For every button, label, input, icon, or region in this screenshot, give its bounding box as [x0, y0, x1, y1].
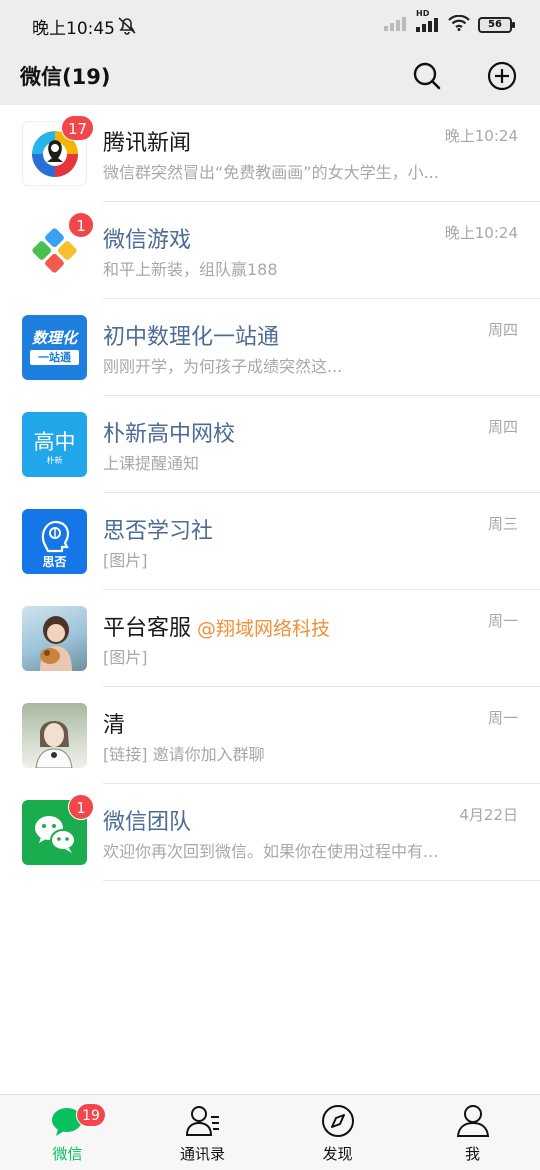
avatar: 数理化 一站通: [22, 315, 87, 380]
cellular-signal-icon: [384, 15, 408, 35]
unread-badge: 17: [61, 115, 95, 141]
network-type-label: HD: [416, 9, 430, 18]
tab-label: 微信: [52, 1145, 83, 1163]
battery-indicator: 56: [478, 17, 515, 33]
tab-chats[interactable]: 19 微信: [0, 1095, 135, 1170]
avatar: 思否: [22, 509, 87, 574]
chat-time: 周四: [487, 418, 518, 436]
chat-preview: 欢迎你再次回到微信。如果你在使用过程中有...: [103, 842, 439, 861]
chat-preview: [链接] 邀请你加入群聊: [103, 745, 265, 764]
avatar-logo-text-secondary: 朴新: [46, 456, 63, 465]
avatar: [22, 703, 87, 768]
wifi-icon: [448, 14, 470, 35]
chat-name-text: 平台客服: [103, 616, 192, 641]
add-icon[interactable]: [484, 58, 520, 94]
chat-name: 思否学习社: [103, 519, 214, 544]
avatar-logo-text-secondary: 一站通: [30, 350, 79, 365]
chat-item-puxin-high-school[interactable]: 高中 朴新 朴新高中网校 上课提醒通知 周四: [0, 396, 540, 493]
status-time: 晚上10:45: [32, 19, 115, 39]
status-bar: 晚上10:45 HD 56: [0, 0, 540, 50]
person-icon: [455, 1104, 491, 1138]
do-not-disturb-icon: [116, 15, 138, 39]
chat-name: 平台客服 @翔域网络科技: [103, 610, 330, 642]
tab-contacts[interactable]: 通讯录: [135, 1095, 270, 1170]
chat-time: 周三: [487, 515, 518, 533]
chat-preview: 微信群突然冒出“免费教画画”的女大学生，小...: [103, 163, 439, 182]
chat-item-tencent-news[interactable]: 17 腾讯新闻 微信群突然冒出“免费教画画”的女大学生，小... 晚上10:24: [0, 105, 540, 202]
chat-list: 17 腾讯新闻 微信群突然冒出“免费教画画”的女大学生，小... 晚上10:24…: [0, 105, 540, 881]
bottom-tab-bar: 19 微信 通讯录 发现 我: [0, 1094, 540, 1170]
divider: [103, 880, 540, 881]
page-title: 微信(19): [20, 65, 111, 89]
tab-label: 我: [464, 1145, 480, 1163]
search-icon[interactable]: [409, 58, 445, 94]
chat-item-qing[interactable]: 清 [链接] 邀请你加入群聊 周一: [0, 687, 540, 784]
title-bar: 微信(19): [0, 50, 540, 105]
chat-item-wechat-games[interactable]: 1 微信游戏 和平上新装，组队赢188 晚上10:24: [0, 202, 540, 299]
chat-preview: 上课提醒通知: [103, 454, 200, 473]
tab-discover[interactable]: 发现: [270, 1095, 405, 1170]
chat-name: 微信团队: [103, 810, 192, 835]
chat-time: 晚上10:24: [444, 224, 518, 242]
chat-preview: 刚刚开学，为何孩子成绩突然这...: [103, 357, 343, 376]
chat-preview: [图片]: [103, 648, 148, 667]
chat-name: 腾讯新闻: [103, 131, 192, 156]
chat-item-junior-science[interactable]: 数理化 一站通 初中数理化一站通 刚刚开学，为何孩子成绩突然这... 周四: [0, 299, 540, 396]
cellular-signal-hd-icon: HD: [416, 9, 440, 36]
chat-item-sifou-study[interactable]: 思否 思否学习社 [图片] 周三: [0, 493, 540, 590]
chat-time: 周一: [487, 612, 518, 630]
avatar-logo-text: 思否: [42, 555, 67, 569]
unread-badge: 1: [68, 212, 94, 238]
chat-name: 微信游戏: [103, 228, 192, 253]
compass-icon: [320, 1104, 356, 1138]
chat-preview: [图片]: [103, 551, 148, 570]
chat-item-wechat-team[interactable]: 1 微信团队 欢迎你再次回到微信。如果你在使用过程中有... 4月22日: [0, 784, 540, 881]
chat-preview: 和平上新装，组队赢188: [103, 260, 278, 279]
chat-time: 周四: [487, 321, 518, 339]
chat-time: 晚上10:24: [444, 127, 518, 145]
avatar-logo-text-primary: 高中: [33, 430, 76, 454]
avatar: [22, 606, 87, 671]
chat-time: 4月22日: [459, 806, 518, 824]
tab-label: 发现: [322, 1145, 353, 1163]
unread-badge: 1: [68, 794, 94, 820]
contacts-icon: [185, 1104, 221, 1138]
chat-name: 清: [103, 713, 126, 738]
avatar-logo-text-primary: 数理化: [31, 329, 77, 347]
avatar: 高中 朴新: [22, 412, 87, 477]
tab-me[interactable]: 我: [405, 1095, 540, 1170]
tab-label: 通讯录: [179, 1145, 225, 1163]
chat-time: 周一: [487, 709, 518, 727]
chat-name: 初中数理化一站通: [103, 325, 280, 350]
chat-name: 朴新高中网校: [103, 422, 236, 447]
chat-item-platform-support[interactable]: 平台客服 @翔域网络科技 [图片] 周一: [0, 590, 540, 687]
unread-badge: 19: [76, 1103, 106, 1127]
mention-tag: @翔域网络科技: [197, 618, 331, 640]
